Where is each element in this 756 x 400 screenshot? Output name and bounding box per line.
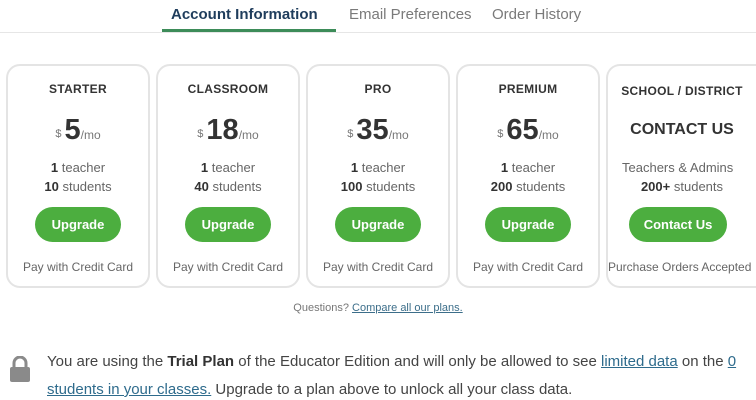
- students-label: students: [673, 179, 724, 194]
- students-count: 200+: [640, 179, 671, 194]
- teachers-count: 1: [350, 160, 359, 175]
- plan-teachers: 1 teacher: [458, 160, 598, 175]
- price-period: /mo: [80, 128, 101, 142]
- payment-method: Pay with Credit Card: [172, 260, 284, 274]
- plan-card-school-district: SCHOOL / DISTRICT CONTACT US Teachers & …: [606, 64, 756, 288]
- contact-us-button[interactable]: Contact Us: [629, 207, 727, 242]
- upgrade-button-premium[interactable]: Upgrade: [485, 207, 571, 242]
- active-tab-indicator: [162, 29, 336, 32]
- price-period: /mo: [388, 128, 409, 142]
- tab-bar: Account Information Email Preferences Or…: [0, 0, 756, 33]
- students-count: 40: [194, 179, 209, 194]
- price-currency: $: [55, 128, 62, 140]
- plan-price: $18/mo: [158, 114, 298, 147]
- plan-teachers: 1 teacher: [158, 160, 298, 175]
- notice-text-2: of the Educator Edition and will only be…: [234, 353, 601, 370]
- teachers-count: 1: [200, 160, 209, 175]
- limited-data-link[interactable]: limited data: [601, 353, 678, 370]
- lock-icon: [10, 356, 30, 382]
- trial-plan-notice: You are using the Trial Plan of the Educ…: [10, 348, 750, 400]
- tab-email-preferences[interactable]: Email Preferences: [349, 6, 472, 23]
- teachers-label: teacher: [211, 160, 256, 175]
- plan-cards: STARTER $5/mo 1 teacher 10 students Upgr…: [6, 64, 756, 288]
- teachers-count: 1: [50, 160, 59, 175]
- plan-students: 10 students: [8, 179, 148, 194]
- questions-line: Questions? Compare all our plans.: [0, 302, 756, 314]
- payment-method: Purchase Orders Accepted: [608, 260, 752, 274]
- price-currency: $: [197, 128, 204, 140]
- price-currency: $: [497, 128, 504, 140]
- notice-message: You are using the Trial Plan of the Educ…: [47, 348, 747, 400]
- plan-audience: Teachers & Admins: [622, 160, 734, 175]
- teachers-label: teacher: [61, 160, 106, 175]
- notice-text-4: Upgrade to a plan above to unlock all yo…: [211, 381, 573, 398]
- plan-students: 100 students: [308, 179, 448, 194]
- plan-teachers: 1 teacher: [308, 160, 448, 175]
- plan-students: 200+ students: [608, 179, 756, 194]
- tab-order-history[interactable]: Order History: [492, 6, 581, 23]
- plan-price: $65/mo: [458, 114, 598, 147]
- students-count: 100: [340, 179, 363, 194]
- compare-plans-link[interactable]: Compare all our plans.: [352, 302, 463, 314]
- upgrade-button-starter[interactable]: Upgrade: [35, 207, 121, 242]
- upgrade-button-pro[interactable]: Upgrade: [335, 207, 421, 242]
- questions-prefix: Questions?: [293, 302, 349, 314]
- teachers-count: 1: [500, 160, 509, 175]
- plan-card-pro: PRO $35/mo 1 teacher 100 students Upgrad…: [306, 64, 450, 288]
- contact-headline: CONTACT US: [630, 121, 734, 138]
- teachers-label: teacher: [511, 160, 556, 175]
- students-count: 10: [44, 179, 59, 194]
- notice-text-3: on the: [677, 353, 728, 370]
- plan-card-starter: STARTER $5/mo 1 teacher 10 students Upgr…: [6, 64, 150, 288]
- notice-text-1: You are using the: [47, 353, 168, 370]
- students-label: students: [212, 179, 262, 194]
- plan-name: PRO: [364, 82, 392, 96]
- tab-account-information[interactable]: Account Information: [171, 6, 318, 23]
- price-amount: 5: [64, 114, 81, 146]
- students-count: 200: [490, 179, 513, 194]
- payment-method: Pay with Credit Card: [472, 260, 584, 274]
- students-label: students: [366, 179, 416, 194]
- plan-name: STARTER: [49, 82, 107, 96]
- students-label: students: [516, 179, 566, 194]
- price-amount: 35: [356, 114, 389, 146]
- students-label: students: [62, 179, 112, 194]
- plan-students: 200 students: [458, 179, 598, 194]
- payment-method: Pay with Credit Card: [22, 260, 134, 274]
- price-amount: 18: [206, 114, 239, 146]
- plan-name: PREMIUM: [498, 82, 558, 96]
- plan-name: CLASSROOM: [187, 82, 269, 96]
- plan-name: SCHOOL / DISTRICT: [621, 84, 743, 98]
- plan-teachers: 1 teacher: [8, 160, 148, 175]
- plan-price: $35/mo: [308, 114, 448, 147]
- payment-method: Pay with Credit Card: [322, 260, 434, 274]
- teachers-label: teacher: [361, 160, 406, 175]
- price-amount: 65: [506, 114, 539, 146]
- notice-plan-name: Trial Plan: [167, 353, 235, 370]
- upgrade-button-classroom[interactable]: Upgrade: [185, 207, 271, 242]
- plan-card-classroom: CLASSROOM $18/mo 1 teacher 40 students U…: [156, 64, 300, 288]
- price-currency: $: [347, 128, 354, 140]
- price-period: /mo: [238, 128, 259, 142]
- plan-card-premium: PREMIUM $65/mo 1 teacher 200 students Up…: [456, 64, 600, 288]
- plan-students: 40 students: [158, 179, 298, 194]
- price-period: /mo: [538, 128, 559, 142]
- plan-price: $5/mo: [8, 114, 148, 147]
